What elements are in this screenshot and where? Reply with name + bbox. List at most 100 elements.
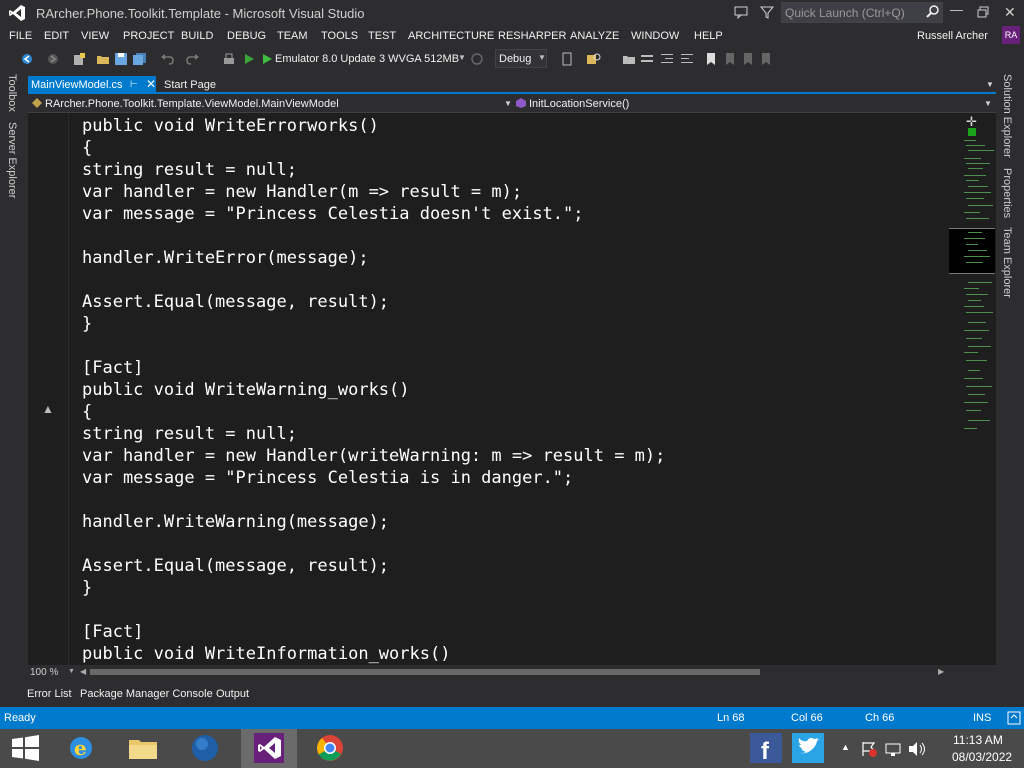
file-explorer-icon[interactable] <box>125 731 161 765</box>
attach-icon[interactable] <box>222 52 236 66</box>
tab-error-list[interactable]: Error List <box>27 688 72 700</box>
scroll-left-icon[interactable]: ◀ <box>80 667 86 676</box>
menu-file[interactable]: FILE <box>9 30 32 42</box>
undo-icon[interactable] <box>160 52 174 66</box>
show-hidden-icons[interactable]: ▲ <box>841 742 850 752</box>
menu-architecture[interactable]: ARCHITECTURE <box>408 30 494 42</box>
code-line[interactable]: public void WriteWarning_works() <box>82 379 665 401</box>
visual-studio-icon[interactable] <box>251 731 287 765</box>
code-line[interactable]: string result = null; <box>82 423 665 445</box>
properties-tab[interactable]: Properties <box>1001 168 1013 218</box>
comment-icon[interactable] <box>640 52 654 66</box>
find-in-files-icon[interactable] <box>586 52 602 66</box>
scroll-right-icon[interactable]: ▶ <box>938 667 944 676</box>
chrome-icon[interactable] <box>312 731 348 765</box>
device-icon[interactable] <box>560 52 574 66</box>
code-line[interactable]: public void WriteInformation_works() <box>82 643 665 665</box>
save-all-icon[interactable] <box>132 52 148 66</box>
tab-output[interactable]: Output <box>216 688 249 700</box>
code-line[interactable]: handler.WriteError(message); <box>82 247 665 269</box>
code-line[interactable]: public void WriteErrorworks() <box>82 115 665 137</box>
tab-overflow-icon[interactable]: ▼ <box>986 80 994 89</box>
notification-icon[interactable] <box>1007 710 1021 726</box>
map-viewport[interactable] <box>949 228 995 274</box>
twitter-icon[interactable] <box>790 731 826 765</box>
menu-analyze[interactable]: ANALYZE <box>570 30 619 42</box>
code-line[interactable]: Assert.Equal(message, result); <box>82 291 665 313</box>
clock-time[interactable]: 11:13 AM <box>953 733 1003 747</box>
next-bookmark-icon[interactable] <box>742 52 754 66</box>
menu-project[interactable]: PROJECT <box>123 30 174 42</box>
prev-bookmark-icon[interactable] <box>724 52 736 66</box>
start-debugging-icon[interactable] <box>261 52 273 66</box>
quick-launch-input[interactable]: Quick Launch (Ctrl+Q) <box>785 6 905 20</box>
code-line[interactable] <box>82 599 665 621</box>
menu-team[interactable]: TEAM <box>277 30 308 42</box>
user-name[interactable]: Russell Archer <box>917 30 988 42</box>
code-line[interactable]: [Fact] <box>82 621 665 643</box>
code-line[interactable] <box>82 533 665 555</box>
solution-explorer-tab[interactable]: Solution Explorer <box>1001 74 1013 158</box>
code-line[interactable]: var handler = new Handler(writeWarning: … <box>82 445 665 467</box>
code-line[interactable]: handler.WriteWarning(message); <box>82 511 665 533</box>
menu-tools[interactable]: TOOLS <box>321 30 358 42</box>
menu-debug[interactable]: DEBUG <box>227 30 266 42</box>
scroll-thumb[interactable] <box>90 669 760 675</box>
chevron-down-icon[interactable]: ▼ <box>504 99 512 108</box>
menu-help[interactable]: HELP <box>694 30 723 42</box>
folder-icon[interactable] <box>622 52 636 66</box>
windows-start-icon[interactable] <box>8 731 44 765</box>
team-explorer-tab[interactable]: Team Explorer <box>1001 227 1013 298</box>
redo-icon[interactable] <box>186 52 200 66</box>
close-button[interactable]: ✕ <box>1004 4 1016 21</box>
pin-icon[interactable]: ⊢ <box>130 79 138 90</box>
close-tab-icon[interactable]: ✕ <box>146 77 156 91</box>
code-line[interactable]: } <box>82 313 665 335</box>
avatar[interactable]: RA <box>1002 26 1020 44</box>
bookmark-icon[interactable] <box>705 52 717 66</box>
tab-package-manager-console[interactable]: Package Manager Console <box>80 688 213 700</box>
chevron-down-icon[interactable]: ▼ <box>538 53 546 62</box>
code-line[interactable]: Assert.Equal(message, result); <box>82 555 665 577</box>
globe-icon[interactable] <box>187 731 223 765</box>
chevron-down-icon[interactable]: ▼ <box>458 53 466 62</box>
volume-icon[interactable] <box>907 740 927 758</box>
network-icon[interactable] <box>884 740 902 758</box>
member-dropdown[interactable]: InitLocationService() <box>529 98 629 110</box>
toolbox-tab[interactable]: Toolbox <box>6 74 18 112</box>
chevron-down-icon[interactable]: ▼ <box>984 99 992 108</box>
restore-button[interactable] <box>977 6 989 18</box>
menu-build[interactable]: BUILD <box>181 30 213 42</box>
code-line[interactable]: var message = "Princess Celestia is in d… <box>82 467 665 489</box>
search-icon[interactable] <box>926 5 940 19</box>
server-explorer-tab[interactable]: Server Explorer <box>6 122 18 198</box>
back-icon[interactable] <box>21 53 33 65</box>
indent-icon[interactable] <box>660 52 674 66</box>
code-text[interactable]: public void WriteErrorworks(){string res… <box>82 115 665 665</box>
start-icon[interactable] <box>243 52 255 66</box>
code-line[interactable]: { <box>82 137 665 159</box>
code-line[interactable]: [Fact] <box>82 357 665 379</box>
outdent-icon[interactable] <box>680 52 694 66</box>
feedback-icon[interactable] <box>734 5 748 19</box>
save-icon[interactable] <box>114 52 128 66</box>
refresh-icon[interactable] <box>470 52 484 66</box>
quick-action-icon[interactable]: ▲ <box>42 402 54 416</box>
zoom-level[interactable]: 100 % <box>30 667 58 678</box>
filter-icon[interactable] <box>760 5 774 19</box>
menu-test[interactable]: TEST <box>368 30 396 42</box>
menu-resharper[interactable]: RESHARPER <box>498 30 566 42</box>
deploy-target-dropdown[interactable]: Emulator 8.0 Update 3 WVGA 512MB <box>275 53 459 65</box>
forward-icon[interactable] <box>47 53 59 65</box>
open-folder-icon[interactable] <box>96 52 110 66</box>
menu-view[interactable]: VIEW <box>81 30 109 42</box>
code-line[interactable]: string result = null; <box>82 159 665 181</box>
chevron-down-icon[interactable]: ▼ <box>68 668 75 675</box>
tab-start-page[interactable]: Start Page <box>164 79 216 91</box>
code-line[interactable] <box>82 335 665 357</box>
menu-window[interactable]: WINDOW <box>631 30 679 42</box>
code-line[interactable]: var message = "Princess Celestia doesn't… <box>82 203 665 225</box>
code-line[interactable]: var handler = new Handler(m => result = … <box>82 181 665 203</box>
menu-edit[interactable]: EDIT <box>44 30 69 42</box>
type-dropdown[interactable]: RArcher.Phone.Toolkit.Template.ViewModel… <box>45 98 339 110</box>
